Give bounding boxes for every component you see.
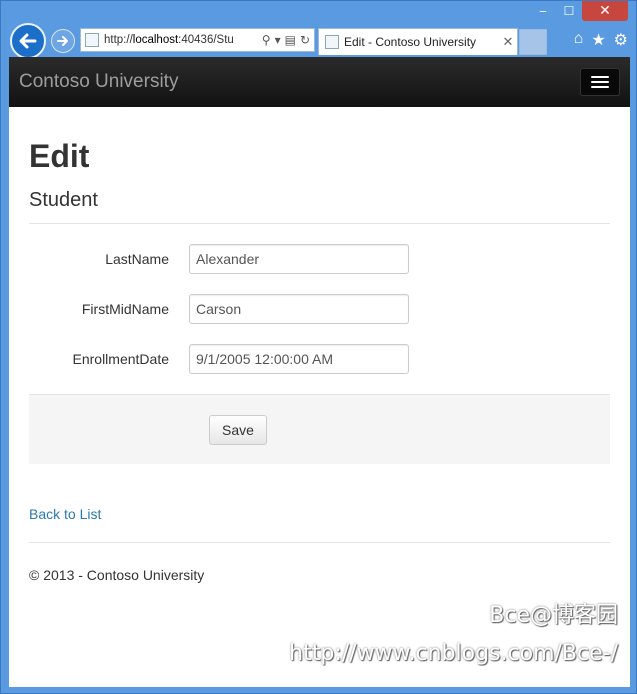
save-button[interactable]: Save [209,415,267,445]
window-controls: ‒ ☐ ✕ [530,1,628,23]
firstmidname-input[interactable] [189,294,409,324]
new-tab-button[interactable] [519,29,547,55]
form-row-enrollmentdate: EnrollmentDate [29,344,610,374]
home-icon[interactable]: ⌂ [574,30,584,50]
lastname-input[interactable] [189,244,409,274]
back-button[interactable] [10,23,46,59]
site-navbar: Contoso University [9,57,630,107]
watermark-author: Bce@博客园 [489,603,618,628]
minimize-button[interactable]: ‒ [530,1,556,21]
forward-button[interactable] [51,29,75,53]
section-title: Student [29,189,98,211]
dropdown-icon[interactable]: ▾ [275,33,281,47]
search-icon[interactable]: ⚲ [262,33,271,47]
tab-close-icon[interactable]: ✕ [499,34,517,50]
brand-link[interactable]: Contoso University [19,71,178,93]
compatibility-icon[interactable]: ▤ [285,33,296,47]
arrow-left-icon [19,33,37,49]
form-row-firstmidname: FirstMidName [29,294,610,324]
address-bar[interactable]: http://localhost:40436/Stu ⚲ ▾ ▤ ↻ [80,28,315,52]
page-icon [85,33,99,47]
maximize-button[interactable]: ☐ [556,1,582,21]
gear-icon[interactable]: ⚙ [614,30,628,50]
browser-window: ‒ ☐ ✕ http://localhost:40436/Stu ⚲ ▾ ▤ ↻ [0,0,637,694]
browser-nav-row: http://localhost:40436/Stu ⚲ ▾ ▤ ↻ Edit … [1,23,636,59]
enrollmentdate-input[interactable] [189,344,409,374]
firstmidname-label: FirstMidName [81,301,169,317]
footer-text: © 2013 - Contoso University [29,567,205,583]
refresh-icon[interactable]: ↻ [300,33,310,47]
page-title: Edit [29,138,90,174]
form-row-lastname: LastName [29,244,610,274]
form-actions: Save [29,394,610,464]
lastname-label: LastName [105,251,169,267]
watermark-url: http://www.cnblogs.com/Bce-/ [289,641,618,666]
menu-toggle-button[interactable] [580,68,620,96]
hamburger-icon [591,76,609,78]
footer-divider [29,542,610,543]
arrow-right-icon [57,36,68,46]
back-to-list-link[interactable]: Back to List [29,506,610,522]
browser-tools: ⌂ ★ ⚙ [574,30,628,50]
tab-page-icon [325,35,339,49]
page-viewport: Contoso University Edit Student LastName… [9,57,630,687]
tab-title: Edit - Contoso University [344,35,477,49]
divider [29,223,610,224]
tab-edit[interactable]: Edit - Contoso University ✕ [318,28,518,55]
star-icon[interactable]: ★ [591,30,605,50]
url-text: http://localhost:40436/Stu [104,34,234,46]
close-window-button[interactable]: ✕ [582,1,628,21]
main-content: Edit Student LastName FirstMidName Enrol… [9,107,630,583]
enrollmentdate-label: EnrollmentDate [72,351,170,367]
